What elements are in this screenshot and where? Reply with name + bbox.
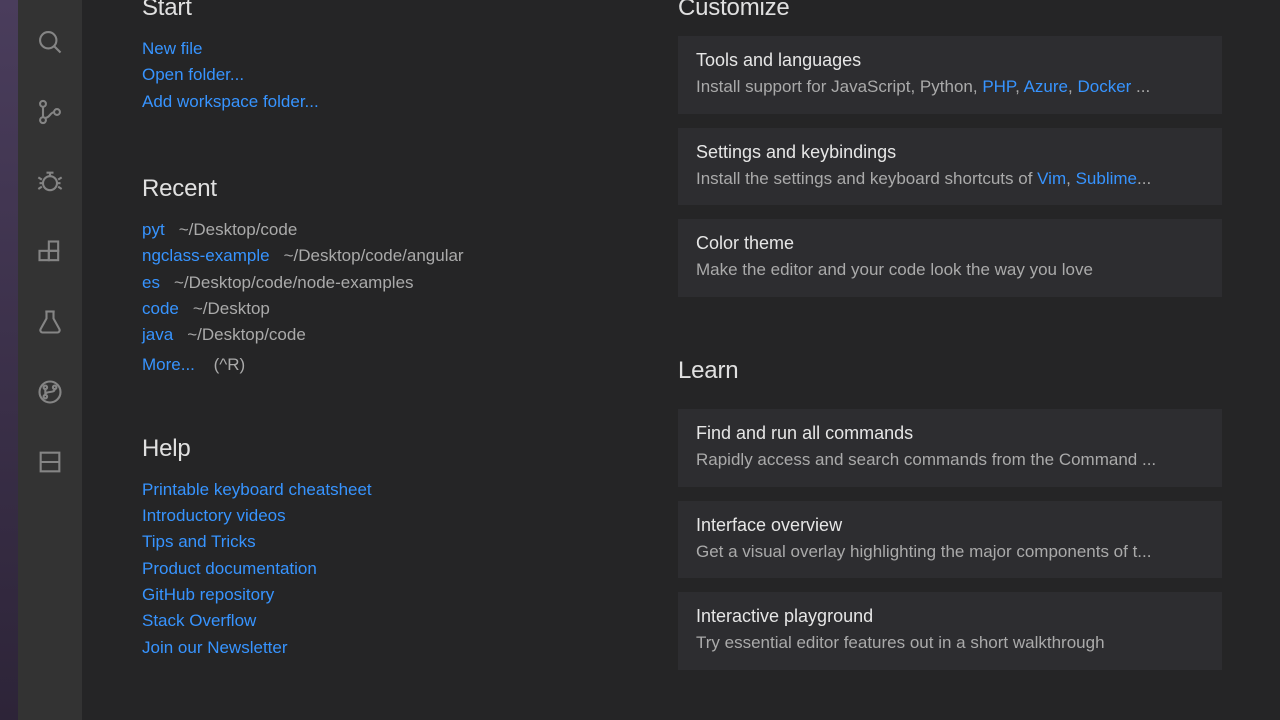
recent-more-link[interactable]: More... [142,355,195,374]
card-desc: Make the editor and your code look the w… [696,258,1204,283]
recent-item-path: ~/Desktop/code [179,220,298,239]
customize-section: Customize Tools and languages Install sup… [678,0,1222,297]
extensions-icon[interactable] [18,220,82,284]
card-title: Settings and keybindings [696,142,1204,163]
help-link[interactable]: GitHub repository [142,582,642,608]
recent-item-link[interactable]: java [142,325,173,344]
help-link[interactable]: Join our Newsletter [142,635,642,661]
help-heading: Help [142,435,642,463]
card-title: Find and run all commands [696,423,1204,444]
card-desc-link[interactable]: PHP [982,77,1015,96]
customize-card[interactable]: Settings and keybindings Install the sett… [678,128,1222,206]
recent-more-shortcut: (^R) [214,355,246,374]
recent-item: java ~/Desktop/code [142,322,642,348]
recent-heading: Recent [142,175,642,203]
learn-section: Learn Find and run all commands Rapidly a… [678,357,1222,670]
recent-item-path: ~/Desktop/code [187,325,306,344]
help-link[interactable]: Tips and Tricks [142,529,642,555]
recent-item-link[interactable]: es [142,273,160,292]
recent-item-link[interactable]: ngclass-example [142,246,270,265]
recent-section: Recent pyt ~/Desktop/code ngclass-example ~… [142,175,642,375]
start-section: Start New fileOpen folder...Add workspac… [142,0,642,115]
debug-icon[interactable] [18,150,82,214]
help-section: Help Printable keyboard cheatsheetIntrod… [142,435,642,661]
card-desc: Install support for JavaScript, Python, … [696,75,1204,100]
card-title: Tools and languages [696,50,1204,71]
card-desc-link[interactable]: Vim [1037,169,1066,188]
recent-item-path: ~/Desktop/code/node-examples [174,273,414,292]
start-link[interactable]: Add workspace folder... [142,89,642,115]
search-icon[interactable] [18,10,82,74]
help-link[interactable]: Stack Overflow [142,608,642,634]
desktop-strip [0,0,18,720]
activity-bar [18,0,82,720]
card-desc: Rapidly access and search commands from … [696,448,1204,473]
card-desc-link[interactable]: Docker [1077,77,1131,96]
start-link[interactable]: Open folder... [142,62,642,88]
help-link[interactable]: Printable keyboard cheatsheet [142,477,642,503]
help-link[interactable]: Introductory videos [142,503,642,529]
welcome-editor: Start New fileOpen folder...Add workspac… [82,0,1280,720]
card-desc: Try essential editor features out in a s… [696,631,1204,656]
card-title: Color theme [696,233,1204,254]
learn-heading: Learn [678,357,1222,385]
card-desc: Get a visual overlay highlighting the ma… [696,540,1204,565]
learn-card[interactable]: Find and run all commands Rapidly access … [678,409,1222,487]
recent-item: pyt ~/Desktop/code [142,217,642,243]
recent-item-link[interactable]: code [142,299,179,318]
help-link[interactable]: Product documentation [142,556,642,582]
source-control-icon[interactable] [18,80,82,144]
learn-card[interactable]: Interactive playground Try essential edit… [678,592,1222,670]
panel-icon[interactable] [18,430,82,494]
recent-item-path: ~/Desktop/code/angular [284,246,464,265]
start-link[interactable]: New file [142,36,642,62]
card-desc-link[interactable]: Azure [1024,77,1068,96]
customize-card[interactable]: Tools and languages Install support for J… [678,36,1222,114]
learn-card[interactable]: Interface overview Get a visual overlay h… [678,501,1222,579]
card-title: Interface overview [696,515,1204,536]
recent-item: code ~/Desktop [142,296,642,322]
recent-item-path: ~/Desktop [193,299,270,318]
git-branch-icon[interactable] [18,360,82,424]
start-heading: Start [142,0,642,22]
card-desc: Install the settings and keyboard shortc… [696,167,1204,192]
recent-item: ngclass-example ~/Desktop/code/angular [142,243,642,269]
beaker-icon[interactable] [18,290,82,354]
card-desc-link[interactable]: Sublime [1076,169,1137,188]
customize-card[interactable]: Color theme Make the editor and your code… [678,219,1222,297]
customize-heading: Customize [678,0,1222,22]
recent-item-link[interactable]: pyt [142,220,165,239]
card-title: Interactive playground [696,606,1204,627]
recent-item: es ~/Desktop/code/node-examples [142,270,642,296]
